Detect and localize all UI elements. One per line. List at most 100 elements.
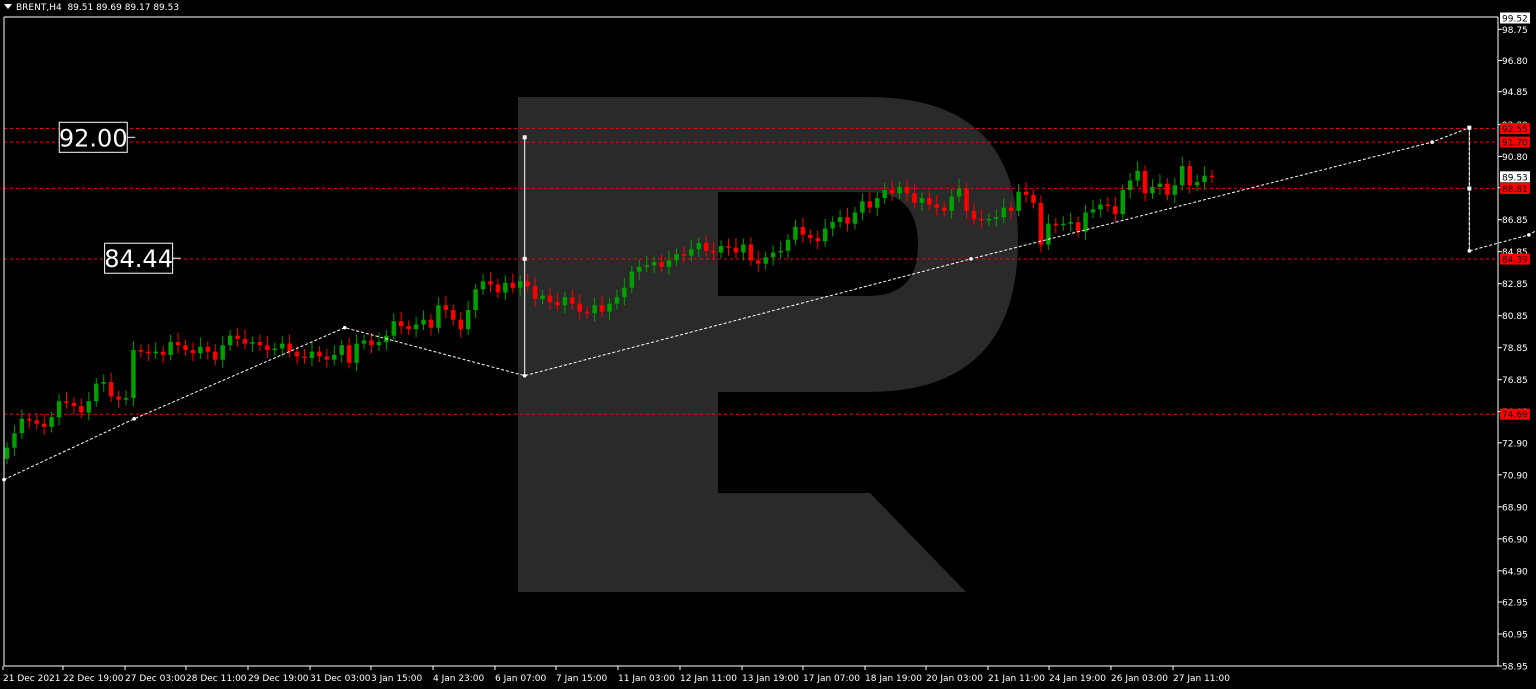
- candle-body: [1127, 180, 1133, 191]
- candle-body: [257, 342, 263, 346]
- candle-body: [451, 310, 456, 320]
- candle-body: [1075, 222, 1081, 232]
- candle-body: [480, 281, 486, 290]
- dropdown-triangle-icon[interactable]: [4, 4, 12, 9]
- x-tick-label: 27 Jan 11:00: [1173, 674, 1230, 684]
- candle-body: [674, 254, 679, 261]
- candle-body: [756, 260, 761, 264]
- y-tick-label: 94.85: [1502, 88, 1528, 98]
- candle-body: [607, 303, 612, 312]
- candle-body: [733, 247, 739, 253]
- x-tick-label: 12 Jan 11:00: [680, 674, 737, 684]
- candle-body: [1031, 194, 1036, 203]
- candle-body: [889, 190, 895, 194]
- candle-body: [428, 319, 434, 328]
- forecast-point: [342, 325, 347, 330]
- x-tick-label: 29 Dec 19:00: [248, 674, 309, 684]
- y-tick-label: 72.90: [1502, 439, 1528, 449]
- candle-body: [495, 284, 501, 293]
- candle-body: [689, 249, 694, 256]
- candle-body: [421, 319, 426, 325]
- candle-body: [71, 402, 77, 407]
- candle-body: [436, 305, 441, 328]
- candle-body: [123, 398, 129, 400]
- candle-body: [637, 266, 642, 272]
- forecast-end-marker: [522, 135, 527, 140]
- candle-body: [309, 351, 315, 359]
- time-axis: 21 Dec 2021 22 Dec 19:00 27 Dec 03:00 28 De…: [2, 666, 1230, 684]
- candle-body: [748, 244, 754, 261]
- y-tick-label: 96.80: [1502, 57, 1528, 67]
- candle-body: [1187, 166, 1192, 186]
- candle-body: [235, 335, 240, 339]
- x-tick-label: 6 Jan 07:00: [495, 674, 547, 684]
- forecast-point: [132, 417, 136, 421]
- candle-body: [34, 420, 39, 424]
- candle-body: [168, 342, 173, 355]
- candle-body: [108, 382, 114, 397]
- price-chart: 92.0084.44 98.7596.8094.8592.8090.8088.8…: [2, 12, 1536, 684]
- candle-body: [56, 401, 62, 418]
- candle-body: [1008, 207, 1014, 211]
- candle-body: [793, 226, 798, 240]
- candle-body: [904, 186, 910, 194]
- candle-body: [540, 295, 545, 299]
- candle-body: [101, 382, 106, 384]
- watermark-leg-shape: [718, 493, 966, 592]
- candle-body: [770, 252, 776, 258]
- candle-body: [1150, 186, 1155, 194]
- candle-body: [681, 254, 687, 256]
- x-tick-label: 20 Jan 03:00: [926, 674, 983, 684]
- candle-body: [4, 447, 10, 459]
- forecast-mid-marker: [522, 256, 527, 261]
- candle-body: [1172, 185, 1178, 195]
- y-tick-label: 68.90: [1502, 503, 1528, 513]
- candle-body: [1202, 175, 1207, 183]
- candle-body: [875, 198, 880, 208]
- candle-body: [503, 282, 508, 293]
- forecast-point: [1527, 233, 1531, 237]
- forecast-end-marker: [1467, 125, 1472, 130]
- x-tick-label: 31 Dec 03:00: [310, 674, 371, 684]
- candle-body: [79, 406, 84, 413]
- candle-body: [473, 289, 478, 311]
- candle-body: [160, 351, 166, 355]
- candle-body: [302, 356, 307, 359]
- y-tick-label: 62.95: [1502, 599, 1528, 609]
- y-tick-label: 64.90: [1502, 567, 1528, 577]
- x-tick-label: 11 Jan 03:00: [618, 674, 675, 684]
- x-tick-label: 21 Jan 11:00: [988, 674, 1045, 684]
- level-price-label: 88.81: [1502, 185, 1528, 195]
- candle-body: [1120, 190, 1125, 215]
- candle-body: [971, 210, 977, 219]
- candle-body: [1090, 209, 1096, 213]
- candle-body: [64, 401, 69, 403]
- candle-body: [599, 305, 605, 312]
- symbol-label: BRENT,H4: [16, 3, 62, 13]
- y-tick-label: 86.85: [1502, 216, 1528, 226]
- ohlc-label: 89.51 89.69 89.17 89.53: [67, 3, 180, 13]
- y-tick-label: 70.90: [1502, 471, 1528, 481]
- candle-body: [153, 351, 158, 354]
- candle-body: [488, 281, 493, 285]
- candle-body: [406, 326, 411, 330]
- y-tick-label: 82.85: [1502, 280, 1528, 290]
- y-tick-label: 80.85: [1502, 312, 1528, 322]
- y-tick-label: 60.95: [1502, 631, 1528, 641]
- y-tick-label: 90.80: [1502, 153, 1528, 163]
- candle-body: [919, 198, 925, 203]
- current-price-label: 99.52: [1502, 15, 1528, 25]
- candle-body: [629, 271, 635, 288]
- candle-body: [1098, 204, 1103, 210]
- candle-body: [666, 260, 672, 267]
- candle-body: [324, 356, 330, 360]
- x-tick-label: 21 Dec 2021: [3, 674, 61, 684]
- candle-body: [555, 302, 560, 306]
- candle-body: [1105, 204, 1111, 207]
- candle-body: [458, 319, 463, 330]
- candle-body: [956, 188, 962, 197]
- candle-body: [785, 239, 791, 251]
- candle-body: [822, 228, 828, 242]
- candle-body: [815, 238, 821, 242]
- candle-body: [525, 281, 530, 287]
